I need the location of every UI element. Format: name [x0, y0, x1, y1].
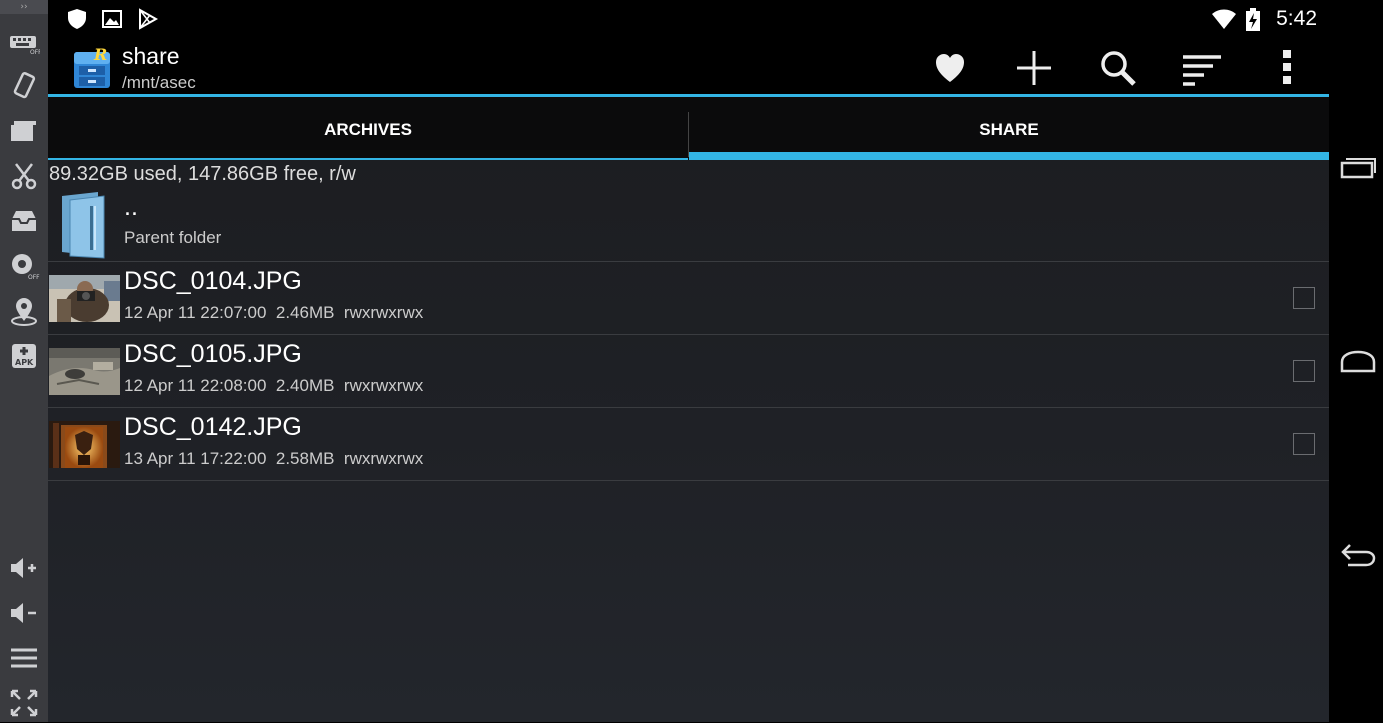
file-date: 13 Apr 11 17:22:00	[124, 449, 267, 468]
play-store-icon	[137, 8, 159, 30]
overflow-menu-icon[interactable]	[1267, 48, 1307, 88]
file-meta: 12 Apr 11 22:08:00 2.40MB rwxrwxrwx	[124, 376, 423, 396]
file-thumbnail	[49, 421, 120, 468]
svg-text:OFF: OFF	[28, 274, 40, 281]
camera-off-icon[interactable]: OFF	[8, 250, 40, 282]
back-icon[interactable]	[1340, 540, 1376, 570]
volume-up-icon[interactable]	[8, 552, 40, 584]
action-bar: R share /mnt/asec	[48, 38, 1329, 97]
inbox-icon[interactable]	[8, 205, 40, 237]
apk-install-icon[interactable]: APK	[8, 340, 40, 372]
search-icon[interactable]	[1098, 48, 1138, 88]
cut-icon[interactable]	[8, 160, 40, 192]
android-screen: 5:42 R share /mnt/asec ARCHIVES SHARE 89…	[48, 0, 1329, 722]
status-clock: 5:42	[1276, 7, 1317, 30]
volume-down-icon[interactable]	[8, 597, 40, 629]
svg-text:R: R	[93, 45, 107, 64]
home-icon[interactable]	[1340, 347, 1376, 377]
add-icon[interactable]	[1014, 48, 1054, 88]
file-name: DSC_0104.JPG	[124, 267, 302, 295]
file-checkbox[interactable]	[1293, 433, 1315, 455]
file-permissions: rwxrwxrwx	[343, 449, 424, 468]
emulator-toolbar: ›› OFF OFF APK	[0, 0, 48, 722]
tab-share-label: SHARE	[979, 120, 1039, 139]
parent-folder-name: ..	[124, 193, 138, 221]
tab-share-selected-indicator	[689, 152, 1329, 160]
current-path: /mnt/asec	[122, 73, 196, 92]
shield-icon	[66, 8, 88, 30]
tab-share[interactable]: SHARE	[689, 97, 1329, 160]
rotate-icon[interactable]	[8, 70, 40, 102]
location-icon[interactable]	[8, 295, 40, 327]
screenshot-icon[interactable]	[8, 115, 40, 147]
file-name: DSC_0105.JPG	[124, 340, 302, 368]
file-name: DSC_0142.JPG	[124, 413, 302, 441]
file-thumbnail	[49, 275, 120, 322]
page-title: share	[122, 43, 180, 69]
keyboard-off-icon[interactable]: OFF	[8, 28, 42, 60]
parent-folder-row[interactable]: .. Parent folder	[48, 188, 1329, 262]
tab-bar: ARCHIVES SHARE	[48, 97, 1329, 160]
image-icon	[101, 8, 123, 30]
fullscreen-icon[interactable]	[8, 687, 40, 719]
menu-icon[interactable]	[8, 642, 40, 674]
tab-archives-indicator	[48, 158, 688, 160]
file-size: 2.46MB	[275, 303, 335, 322]
svg-text:OFF: OFF	[30, 49, 40, 56]
file-permissions: rwxrwxrwx	[343, 303, 424, 322]
file-permissions: rwxrwxrwx	[343, 376, 424, 395]
battery-charging-icon	[1245, 8, 1261, 31]
collapse-toolbar-icon[interactable]: ››	[0, 0, 48, 14]
tab-archives-label: ARCHIVES	[324, 120, 412, 139]
sort-icon[interactable]	[1182, 48, 1222, 88]
storage-info: 89.32GB used, 147.86GB free, r/w	[49, 163, 356, 185]
file-size: 2.40MB	[275, 376, 335, 395]
recent-apps-icon[interactable]	[1340, 153, 1376, 183]
file-meta: 12 Apr 11 22:07:00 2.46MB rwxrwxrwx	[124, 303, 423, 323]
tab-archives[interactable]: ARCHIVES	[48, 97, 688, 160]
file-row[interactable]: DSC_0105.JPG 12 Apr 11 22:08:00 2.40MB r…	[48, 335, 1329, 408]
root-explorer-app-icon[interactable]: R	[70, 44, 114, 90]
parent-folder-label: Parent folder	[124, 228, 222, 247]
file-checkbox[interactable]	[1293, 287, 1315, 309]
file-row[interactable]: DSC_0142.JPG 13 Apr 11 17:22:00 2.58MB r…	[48, 408, 1329, 481]
file-meta: 13 Apr 11 17:22:00 2.58MB rwxrwxrwx	[124, 449, 423, 469]
file-size: 2.58MB	[275, 449, 335, 468]
svg-text:APK: APK	[15, 358, 34, 367]
favorite-heart-icon[interactable]	[930, 48, 970, 88]
file-date: 12 Apr 11 22:07:00	[124, 303, 267, 322]
wifi-icon	[1211, 8, 1237, 30]
folder-icon	[58, 190, 108, 260]
file-date: 12 Apr 11 22:08:00	[124, 376, 267, 395]
file-thumbnail	[49, 348, 120, 395]
navigation-bar	[1329, 0, 1383, 722]
status-bar: 5:42	[48, 0, 1329, 38]
file-row[interactable]: DSC_0104.JPG 12 Apr 11 22:07:00 2.46MB r…	[48, 262, 1329, 335]
file-checkbox[interactable]	[1293, 360, 1315, 382]
